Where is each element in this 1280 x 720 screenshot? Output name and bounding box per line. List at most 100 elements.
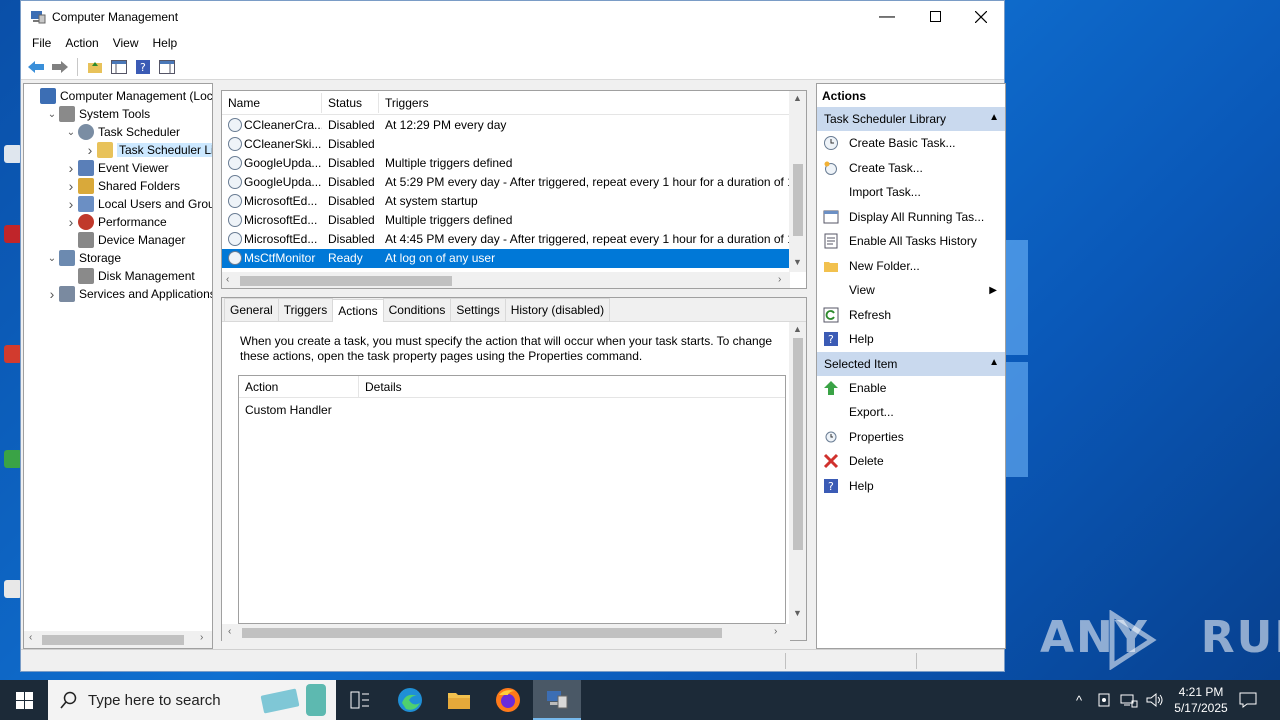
network-status-icon[interactable] xyxy=(1096,692,1112,708)
tab-actions[interactable]: Actions xyxy=(332,299,384,322)
expanded-chevron-icon[interactable]: ⌄ xyxy=(45,109,59,120)
tree-node[interactable]: › Event Viewer xyxy=(64,159,168,177)
column-triggers[interactable]: Triggers xyxy=(385,96,429,110)
tree-node[interactable]: Disk Management xyxy=(64,267,195,285)
table-row[interactable]: Custom Handler xyxy=(245,403,332,417)
detail-horizontal-scrollbar[interactable]: ‹ › xyxy=(222,624,790,641)
action-create-task[interactable]: Create Task... xyxy=(817,156,1005,181)
column-status[interactable]: Status xyxy=(328,96,362,110)
section-header-task-scheduler-library[interactable]: Task Scheduler Library ▲ xyxy=(817,107,1005,131)
tree-node-label: Task Scheduler Libra xyxy=(117,143,212,157)
action-refresh[interactable]: Refresh xyxy=(817,303,1005,328)
show-hide-action-pane-button[interactable] xyxy=(156,56,178,78)
network-icon[interactable] xyxy=(1120,692,1138,708)
collapsed-chevron-icon[interactable]: › xyxy=(64,160,78,176)
menu-view[interactable]: View xyxy=(106,36,146,50)
action-help[interactable]: ? Help xyxy=(817,474,1005,499)
collapsed-chevron-icon[interactable]: › xyxy=(45,286,59,302)
forward-button[interactable] xyxy=(49,56,71,78)
tab-history-disabled[interactable]: History (disabled) xyxy=(504,298,611,321)
show-hide-console-tree-button[interactable] xyxy=(108,56,130,78)
firefox-taskbar-button[interactable] xyxy=(484,680,532,720)
column-action[interactable]: Action xyxy=(245,380,278,394)
task-clock-icon xyxy=(228,213,242,227)
section-header-selected-item[interactable]: Selected Item ▲ xyxy=(817,351,1005,376)
table-row[interactable]: MicrosoftEd... Disabled At 4:45 PM every d… xyxy=(222,230,790,249)
tree-horizontal-scrollbar[interactable]: ‹ › xyxy=(24,631,212,648)
action-properties[interactable]: Properties xyxy=(817,425,1005,450)
edge-taskbar-button[interactable] xyxy=(386,680,434,720)
start-button[interactable] xyxy=(0,680,48,720)
table-row[interactable]: MsCtfMonitor Ready At log on of any user xyxy=(222,249,790,268)
tab-conditions[interactable]: Conditions xyxy=(382,298,452,321)
collapsed-chevron-icon[interactable]: › xyxy=(64,196,78,212)
tab-general[interactable]: General xyxy=(224,298,279,321)
action-delete[interactable]: Delete xyxy=(817,449,1005,474)
task-list-horizontal-scrollbar[interactable]: ‹ › xyxy=(222,272,790,288)
tree-node[interactable]: ⌄ Task Scheduler xyxy=(64,123,180,141)
collapse-up-icon[interactable]: ▲ xyxy=(989,112,999,123)
action-enable[interactable]: Enable xyxy=(817,376,1005,401)
collapse-up-icon[interactable]: ▲ xyxy=(989,357,999,368)
maximize-button[interactable] xyxy=(912,1,958,32)
clock-icon xyxy=(78,124,94,140)
action-view[interactable]: View ▶ xyxy=(817,278,1005,303)
device-manager-icon xyxy=(78,232,94,248)
volume-icon[interactable] xyxy=(1146,692,1164,708)
expanded-chevron-icon[interactable]: ⌄ xyxy=(64,127,78,138)
action-enable-all-tasks-history[interactable]: Enable All Tasks History xyxy=(817,229,1005,254)
task-view-button[interactable] xyxy=(336,680,384,720)
tree-node[interactable]: › Task Scheduler Libra xyxy=(83,141,212,159)
folder-clock-icon xyxy=(97,142,113,158)
collapsed-chevron-icon[interactable]: › xyxy=(83,142,97,158)
action-label: Import Task... xyxy=(849,185,921,200)
title-bar[interactable]: Computer Management — xyxy=(21,1,1004,32)
column-name[interactable]: Name xyxy=(228,96,260,110)
table-row[interactable]: GoogleUpda... Disabled At 5:29 PM every da… xyxy=(222,173,790,192)
collapsed-chevron-icon[interactable]: › xyxy=(64,214,78,230)
action-help[interactable]: ? Help xyxy=(817,327,1005,352)
close-button[interactable] xyxy=(958,1,1004,32)
action-new-folder[interactable]: New Folder... xyxy=(817,254,1005,279)
help-button[interactable]: ? xyxy=(132,56,154,78)
table-row[interactable]: CCleanerCra... Disabled At 12:29 PM every … xyxy=(222,116,790,135)
tree-node[interactable]: Device Manager xyxy=(64,231,185,249)
task-list-vertical-scrollbar[interactable]: ▲ ▼ xyxy=(789,91,806,272)
tree-node[interactable]: › Services and Applications xyxy=(45,285,212,303)
expanded-chevron-icon[interactable]: ⌄ xyxy=(45,253,59,264)
menu-action[interactable]: Action xyxy=(58,36,105,50)
back-button[interactable] xyxy=(25,56,47,78)
file-explorer-taskbar-button[interactable] xyxy=(435,680,483,720)
up-folder-button[interactable] xyxy=(84,56,106,78)
taskbar-search-box[interactable]: Type here to search xyxy=(48,680,336,720)
tree-node[interactable]: › Local Users and Groups xyxy=(64,195,212,213)
tree-node[interactable]: ⌄ System Tools xyxy=(45,105,150,123)
task-triggers: At log on of any user xyxy=(385,251,496,265)
table-row[interactable]: MicrosoftEd... Disabled Multiple triggers … xyxy=(222,211,790,230)
action-import-task[interactable]: Import Task... xyxy=(817,180,1005,205)
tree-node[interactable]: ⌄ Storage xyxy=(45,249,121,267)
table-row[interactable]: MicrosoftEd... Disabled At system startup xyxy=(222,192,790,211)
column-details[interactable]: Details xyxy=(365,380,402,394)
action-display-all-running-tas[interactable]: Display All Running Tas... xyxy=(817,205,1005,230)
taskbar-clock[interactable]: 4:21 PM 5/17/2025 xyxy=(1168,684,1234,716)
tab-triggers[interactable]: Triggers xyxy=(277,298,334,321)
tree-node[interactable]: › Shared Folders xyxy=(64,177,180,195)
action-create-basic-task[interactable]: Create Basic Task... xyxy=(817,131,1005,156)
actions-tab-body: When you create a task, you must specify… xyxy=(222,322,790,624)
menu-file[interactable]: File xyxy=(25,36,58,50)
detail-vertical-scrollbar[interactable]: ▲ ▼ xyxy=(789,322,806,624)
table-row[interactable]: GoogleUpda... Disabled Multiple triggers d… xyxy=(222,154,790,173)
folder-icon xyxy=(448,693,470,709)
collapsed-chevron-icon[interactable]: › xyxy=(64,178,78,194)
minimize-button[interactable]: — xyxy=(864,1,910,32)
computer-management-taskbar-button[interactable] xyxy=(533,680,581,720)
menu-help[interactable]: Help xyxy=(146,36,185,50)
notifications-button[interactable] xyxy=(1236,680,1260,720)
tab-settings[interactable]: Settings xyxy=(450,298,506,321)
show-hidden-icons-chevron-icon[interactable]: ^ xyxy=(1070,693,1088,708)
tree-node[interactable]: Computer Management (Local xyxy=(26,87,212,105)
table-row[interactable]: CCleanerSki... Disabled xyxy=(222,135,790,154)
action-export[interactable]: Export... xyxy=(817,400,1005,425)
tree-node[interactable]: › Performance xyxy=(64,213,167,231)
